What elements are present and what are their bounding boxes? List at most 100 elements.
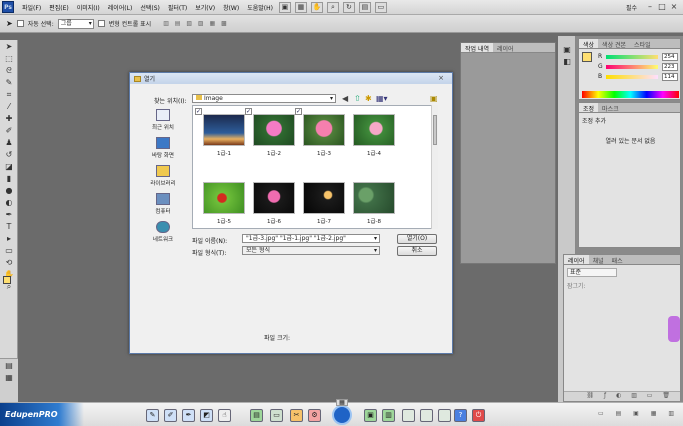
tab-channels[interactable]: 채널: [589, 255, 608, 265]
hand-icon[interactable]: ✋: [310, 1, 323, 13]
foreground-color-swatch[interactable]: [3, 276, 11, 284]
eraser-icon[interactable]: ◩: [200, 409, 213, 422]
panel-icon-1[interactable]: ▤: [2, 360, 16, 371]
history-brush-tool-icon[interactable]: ↺: [2, 149, 16, 160]
menu-layer[interactable]: 레이어(L): [104, 3, 137, 12]
close-app-button[interactable]: ×: [669, 2, 679, 12]
place-network[interactable]: 네트워크: [138, 221, 188, 243]
tab-color[interactable]: 색상: [579, 39, 599, 49]
file-checkbox[interactable]: ✓: [295, 108, 302, 115]
grid-page-icon[interactable]: [420, 409, 433, 422]
file-item[interactable]: 1급-3: [299, 114, 349, 157]
power-icon[interactable]: ⏻: [472, 409, 485, 422]
board-icon[interactable]: ▭: [270, 409, 283, 422]
screen-mode-icon[interactable]: ▭: [374, 1, 387, 13]
tab-layers[interactable]: 레이어: [564, 255, 589, 265]
slider-g-track[interactable]: [606, 65, 658, 69]
filename-input[interactable]: "1급-3.jpg" "1급-1.jpg" "1급-2.jpg" ▾: [242, 234, 380, 243]
eraser-tool-icon[interactable]: ◪: [2, 161, 16, 172]
marquee-tool-icon[interactable]: ⬚: [2, 53, 16, 64]
back-icon[interactable]: ◀: [342, 94, 348, 103]
auto-select-dropdown[interactable]: 그룹: [57, 18, 94, 29]
view-extras-icon[interactable]: ▦: [294, 1, 307, 13]
file-item[interactable]: 1급-1: [199, 114, 249, 157]
quick-select-tool-icon[interactable]: ✎: [2, 77, 16, 88]
open-button[interactable]: 열기(O): [397, 234, 437, 244]
edupen-center-button[interactable]: [332, 405, 352, 425]
3d-rotate-tool-icon[interactable]: ⟲: [2, 257, 16, 268]
tab-swatches[interactable]: 색상 견본: [598, 39, 630, 49]
file-item[interactable]: 1급-7: [299, 182, 349, 225]
eyedropper-tool-icon[interactable]: ⁄: [2, 101, 16, 112]
cancel-button[interactable]: 취소: [397, 246, 437, 256]
tab-layers-top[interactable]: 레이어: [493, 43, 518, 53]
menu-view[interactable]: 보기(V): [191, 3, 219, 12]
tab-masks[interactable]: 마스크: [598, 103, 623, 113]
dodge-tool-icon[interactable]: ◐: [2, 197, 16, 208]
clone-stamp-tool-icon[interactable]: ♟: [2, 137, 16, 148]
history-panel-icon[interactable]: ▣: [560, 44, 574, 55]
new-folder-icon[interactable]: ✱: [365, 94, 372, 103]
highlighter-icon[interactable]: ✒: [182, 409, 195, 422]
scrollbar-thumb[interactable]: [433, 115, 437, 145]
blur-tool-icon[interactable]: ●: [2, 185, 16, 196]
menu-filter[interactable]: 필터(T): [164, 3, 191, 12]
healing-brush-tool-icon[interactable]: ✚: [2, 113, 16, 124]
settings-icon[interactable]: ⚙: [308, 409, 321, 422]
color-foreground-chip[interactable]: [582, 52, 592, 62]
maximize-button[interactable]: □: [657, 2, 667, 12]
rotate-view-icon[interactable]: ↻: [342, 1, 355, 13]
align-buttons[interactable]: ▥ ▤ ▧ ▨ ▦ ▩: [163, 20, 229, 27]
pointer-icon[interactable]: ☝: [218, 409, 231, 422]
value-g[interactable]: 223: [662, 63, 678, 71]
file-list-scrollbar[interactable]: [431, 105, 438, 229]
look-in-dropdown[interactable]: Image ▾: [192, 94, 336, 103]
filetype-dropdown[interactable]: 모든 형식 ▾: [242, 246, 380, 255]
file-checkbox[interactable]: ✓: [195, 108, 202, 115]
transform-controls-checkbox[interactable]: [97, 20, 105, 27]
auto-select-checkbox[interactable]: [16, 20, 24, 27]
place-recent[interactable]: 최근 위치: [138, 109, 188, 131]
lasso-tool-icon[interactable]: ᘓ: [2, 65, 16, 76]
place-desktop[interactable]: 바탕 화면: [138, 137, 188, 159]
file-item[interactable]: 1급-5: [199, 182, 249, 225]
brush-tool-icon[interactable]: ✐: [2, 125, 16, 136]
minimize-button[interactable]: –: [645, 2, 655, 12]
menu-window[interactable]: 창(W): [219, 3, 243, 12]
pen-icon[interactable]: ✎: [146, 409, 159, 422]
menu-image[interactable]: 이미지(I): [73, 3, 104, 12]
layers-footer-buttons[interactable]: ⛓ ƒ ◐ ▥ ▭ 🗑: [564, 391, 680, 401]
gradient-tool-icon[interactable]: ▮: [2, 173, 16, 184]
type-tool-icon[interactable]: T: [2, 221, 16, 232]
move-tool-icon[interactable]: ➤: [2, 41, 16, 52]
tab-adjustments[interactable]: 조정: [579, 103, 599, 113]
line-page-icon[interactable]: [438, 409, 451, 422]
zoom-icon[interactable]: ⌕: [326, 1, 339, 13]
slider-r-track[interactable]: [606, 55, 658, 59]
color-spectrum-bar[interactable]: [582, 91, 679, 98]
tab-history[interactable]: 작업 내역: [461, 43, 493, 53]
menu-edit[interactable]: 편집(E): [45, 3, 73, 12]
tab-paths[interactable]: 패스: [608, 255, 627, 265]
file-item[interactable]: 1급-6: [249, 182, 299, 225]
tab-styles[interactable]: 스타일: [630, 39, 655, 49]
up-folder-icon[interactable]: ⇧: [354, 94, 361, 103]
file-item[interactable]: 1급-8: [349, 182, 399, 225]
file-item[interactable]: 1급-2: [249, 114, 299, 157]
view-menu-icon[interactable]: ▦▾: [376, 94, 388, 103]
move-tool-icon[interactable]: ➤: [6, 19, 13, 28]
pen-tool-icon[interactable]: ✒: [2, 209, 16, 220]
menu-file[interactable]: 파일(F): [18, 3, 45, 12]
tools-icon[interactable]: ✂: [290, 409, 303, 422]
workspace-switcher[interactable]: 필수: [626, 3, 637, 12]
path-select-tool-icon[interactable]: ▸: [2, 233, 16, 244]
marker-icon[interactable]: ✐: [164, 409, 177, 422]
folder-open-icon[interactable]: ▣: [430, 94, 438, 103]
help-icon[interactable]: ?: [454, 409, 467, 422]
file-checkbox[interactable]: ✓: [245, 108, 252, 115]
value-r[interactable]: 254: [662, 53, 678, 61]
blank-page-icon[interactable]: [402, 409, 415, 422]
place-computer[interactable]: 컴퓨터: [138, 193, 188, 215]
crop-tool-icon[interactable]: ⌗: [2, 89, 16, 100]
place-libraries[interactable]: 라이브러리: [138, 165, 188, 187]
